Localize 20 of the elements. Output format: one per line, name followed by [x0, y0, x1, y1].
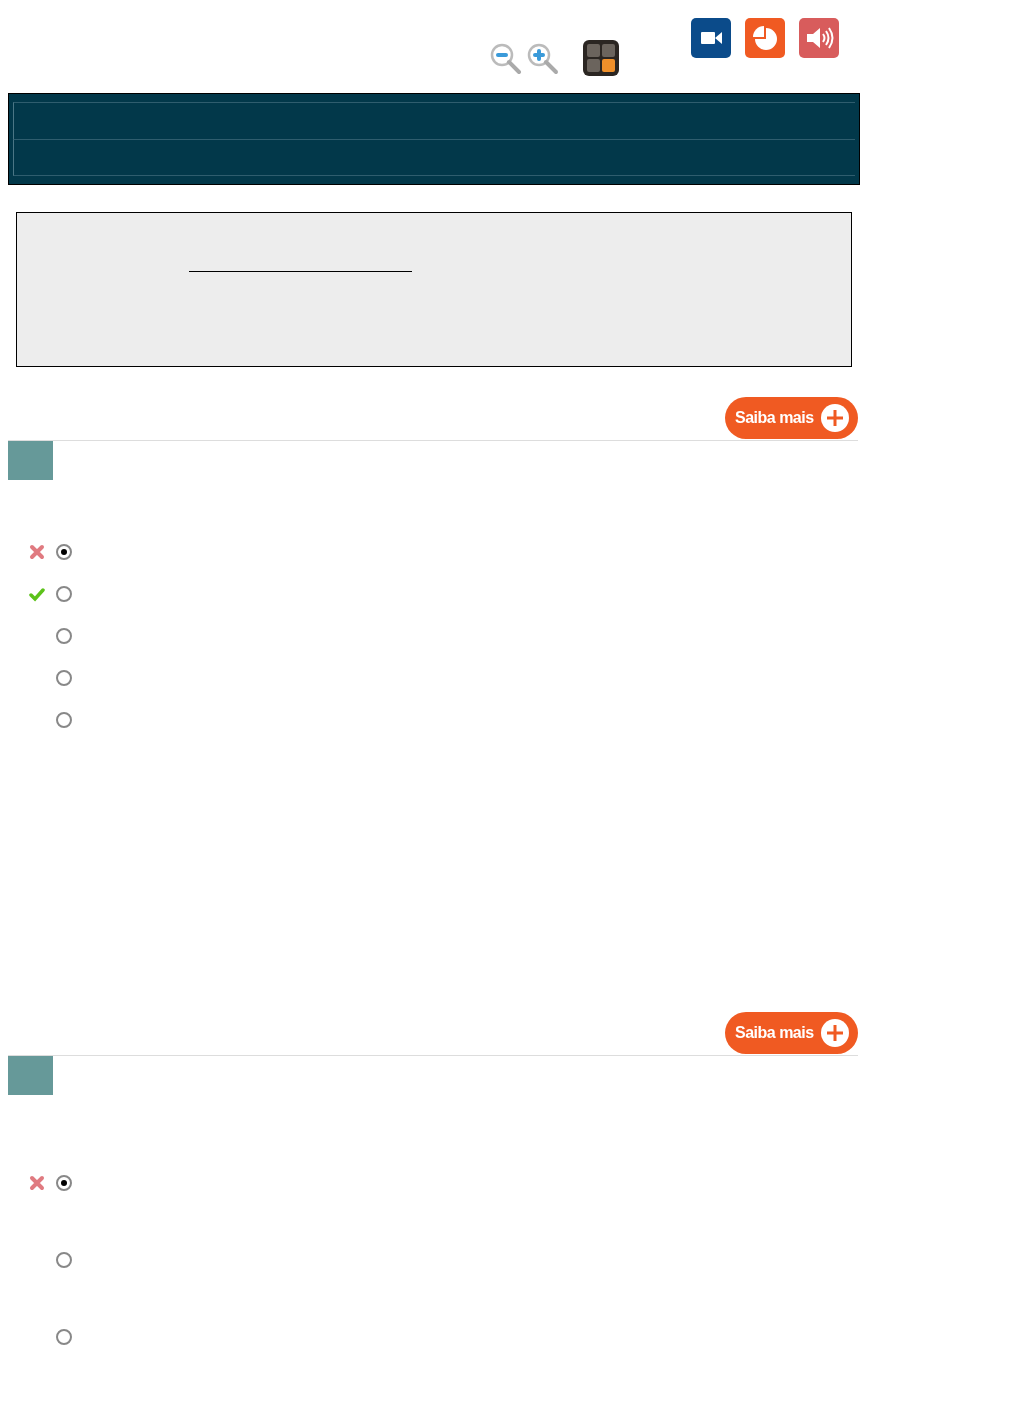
- speaker-icon[interactable]: [799, 18, 839, 58]
- radio-button[interactable]: [56, 1175, 72, 1191]
- calculator-icon[interactable]: [582, 39, 620, 77]
- video-camera-icon[interactable]: [691, 18, 731, 58]
- zoom-in-icon[interactable]: [527, 43, 559, 75]
- radio-button[interactable]: [56, 670, 72, 686]
- number-tile: [8, 441, 53, 480]
- radio-button[interactable]: [56, 544, 72, 560]
- radio-button[interactable]: [56, 628, 72, 644]
- zoom-out-icon[interactable]: [490, 43, 522, 75]
- pie-chart-icon[interactable]: [745, 18, 785, 58]
- saiba-mais-button[interactable]: Saiba mais: [725, 1012, 858, 1054]
- saiba-mais-button[interactable]: Saiba mais: [725, 397, 858, 439]
- radio-button[interactable]: [56, 1329, 72, 1345]
- plus-icon: [819, 403, 850, 433]
- radio-button[interactable]: [56, 1252, 72, 1268]
- radio-button[interactable]: [56, 586, 72, 602]
- plus-icon: [819, 1018, 850, 1048]
- number-tile: [8, 1056, 53, 1095]
- radio-button[interactable]: [56, 712, 72, 728]
